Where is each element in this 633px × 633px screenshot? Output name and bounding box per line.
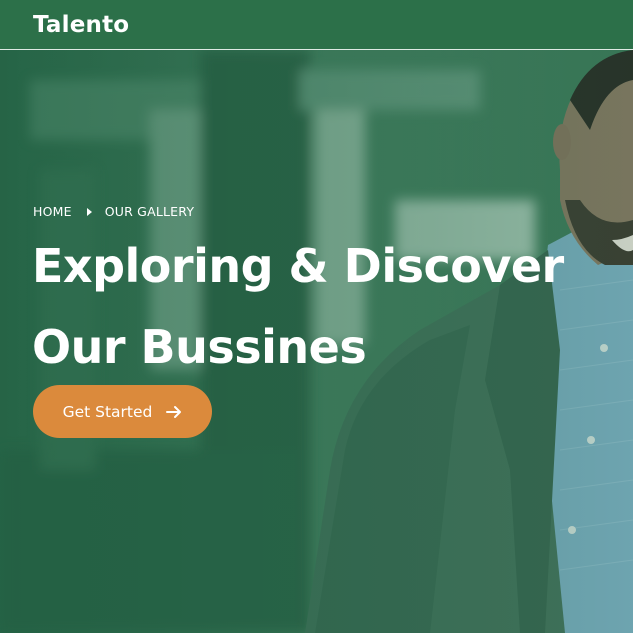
- breadcrumb: HOME OUR GALLERY: [33, 204, 194, 219]
- hero-title-line-1: Exploring & Discover: [32, 239, 564, 293]
- top-navbar: Talento: [0, 0, 633, 50]
- caret-right-icon: [86, 207, 92, 216]
- site-logo[interactable]: Talento: [33, 12, 129, 38]
- hero-title: Exploring & Discover Our Bussines: [32, 226, 632, 388]
- hero-title-line-2: Our Bussines: [32, 320, 367, 374]
- breadcrumb-current: OUR GALLERY: [104, 204, 195, 219]
- get-started-button[interactable]: Get Started: [33, 385, 212, 438]
- hero-section: HOME OUR GALLERY Exploring & Discover Ou…: [0, 50, 633, 633]
- breadcrumb-home[interactable]: HOME: [33, 204, 72, 219]
- page: Talento HOME OUR GALLERY Exploring & Dis…: [0, 0, 633, 633]
- get-started-label: Get Started: [62, 402, 153, 421]
- arrow-right-icon: [166, 405, 182, 418]
